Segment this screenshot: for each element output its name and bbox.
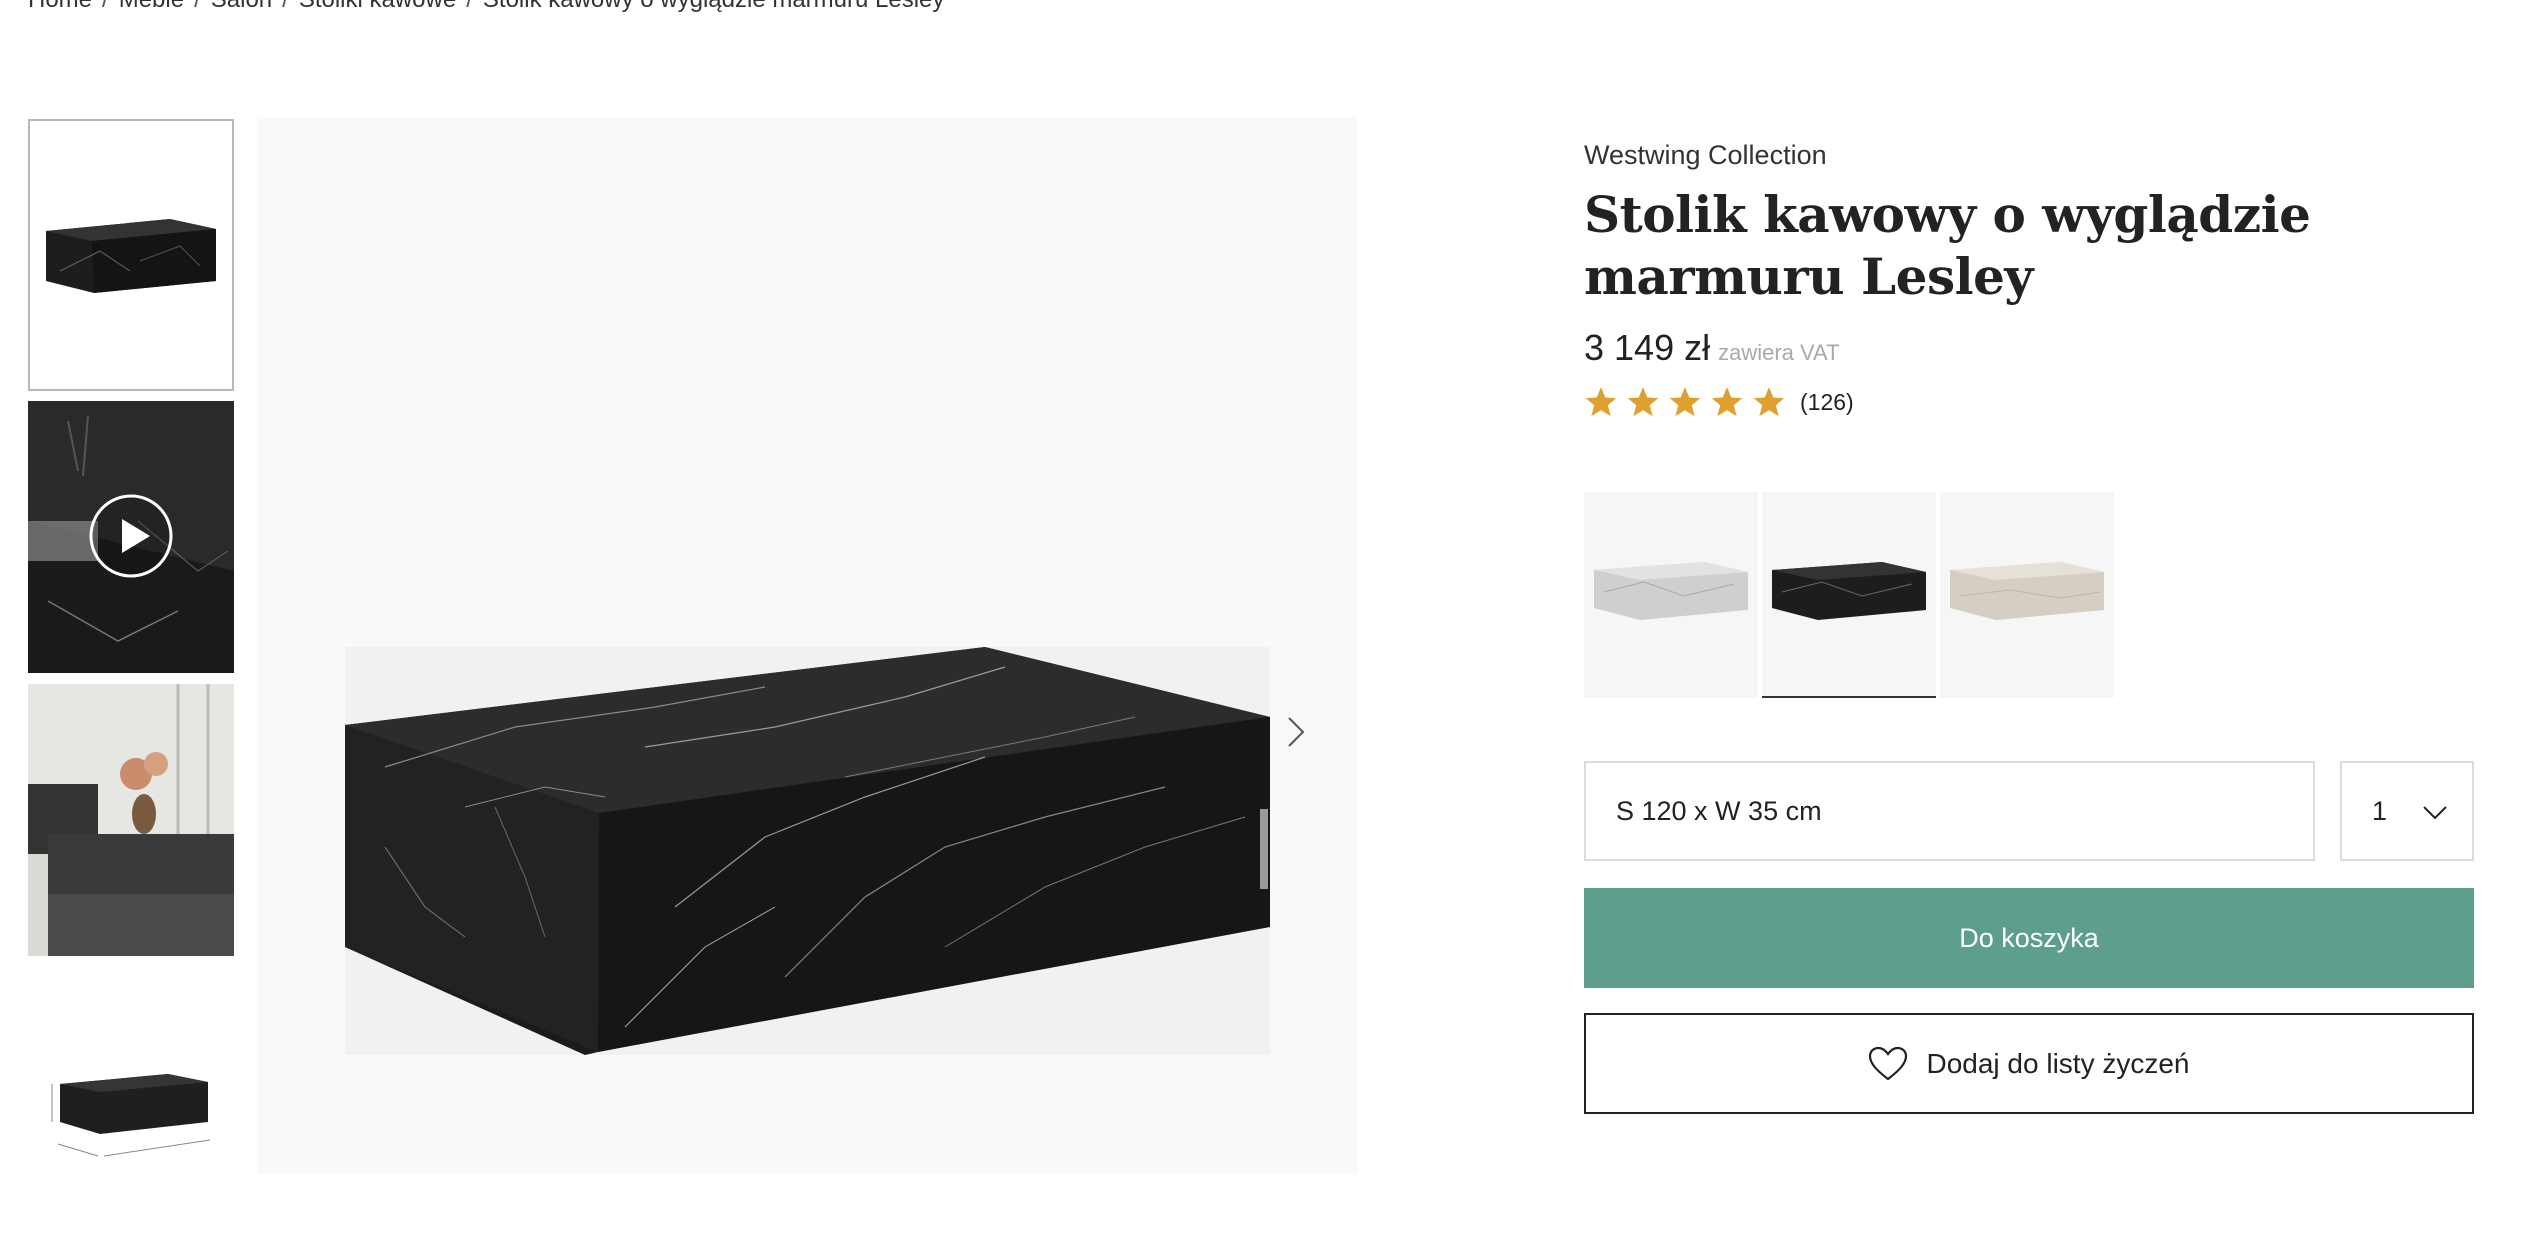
black-marble-table-image	[1772, 562, 1926, 620]
heart-icon	[1869, 1046, 1908, 1080]
thumbnail-1[interactable]	[28, 119, 234, 391]
swatch-beige-travertine[interactable]	[1940, 492, 2114, 698]
breadcrumb-coffee-tables[interactable]: Stoliki kawowe	[299, 0, 456, 13]
chevron-right-icon[interactable]	[1275, 712, 1315, 752]
living-room-scene-image	[28, 684, 234, 956]
star-icon	[1627, 387, 1659, 417]
add-to-wishlist-button[interactable]: Dodaj do listy życzeń	[1584, 1013, 2474, 1114]
white-marble-table-image	[1594, 562, 1748, 620]
add-to-cart-label: Do koszyka	[1959, 922, 2099, 953]
breadcrumb-furniture[interactable]: Meble	[119, 0, 184, 13]
breadcrumb-living-room[interactable]: Salon	[211, 0, 272, 13]
brand-name[interactable]: Westwing Collection	[1584, 140, 1827, 171]
size-value: S 120 x W 35 cm	[1616, 795, 1822, 826]
swatch-white-marble[interactable]	[1584, 492, 1758, 698]
vat-note: zawiera VAT	[1718, 340, 1840, 365]
quantity-value: 1	[2372, 795, 2388, 826]
dimensions-drawing-image	[28, 966, 234, 1238]
thumbnail-2[interactable]	[28, 401, 234, 673]
rating[interactable]: (126)	[1584, 385, 1854, 419]
star-icon	[1711, 387, 1743, 417]
add-to-cart-button[interactable]: Do koszyka	[1584, 888, 2474, 988]
product-gallery	[257, 117, 1357, 1174]
main-image-frame	[345, 647, 1270, 1055]
price: 3 149 zł	[1584, 327, 1711, 368]
size-select[interactable]: S 120 x W 35 cm	[1584, 761, 2315, 861]
chevron-down-icon	[2423, 806, 2447, 820]
swatch-black-marble[interactable]	[1762, 492, 1936, 698]
add-to-wishlist-label: Dodaj do listy życzeń	[1926, 1047, 2190, 1079]
quantity-select[interactable]: 1	[2340, 761, 2474, 861]
beige-travertine-table-image	[1950, 562, 2104, 620]
main-product-image	[345, 647, 1270, 1055]
star-icon	[1669, 387, 1701, 417]
breadcrumb-separator: /	[466, 0, 473, 13]
thumbnail-3[interactable]	[28, 684, 234, 956]
product-title: Stolik kawowy o wyglądzie marmuru Lesley	[1584, 185, 2311, 306]
breadcrumb-current: Stolik kawowy o wyglądzie marmuru Lesley	[483, 0, 945, 13]
breadcrumb-separator: /	[194, 0, 201, 13]
star-icon	[1585, 387, 1617, 417]
breadcrumb: Home / Meble / Salon / Stoliki kawowe / Stolik k…	[28, 0, 944, 14]
black-marble-table-image	[30, 121, 232, 389]
price-row: 3 149 zł zawiera VAT	[1584, 327, 1840, 369]
star-icon	[1753, 387, 1785, 417]
play-icon[interactable]	[88, 493, 174, 579]
rating-count[interactable]: (126)	[1800, 389, 1854, 416]
thumbnail-4[interactable]	[28, 966, 234, 1238]
breadcrumb-separator: /	[282, 0, 289, 13]
breadcrumb-home[interactable]: Home	[28, 0, 92, 13]
breadcrumb-separator: /	[102, 0, 109, 13]
